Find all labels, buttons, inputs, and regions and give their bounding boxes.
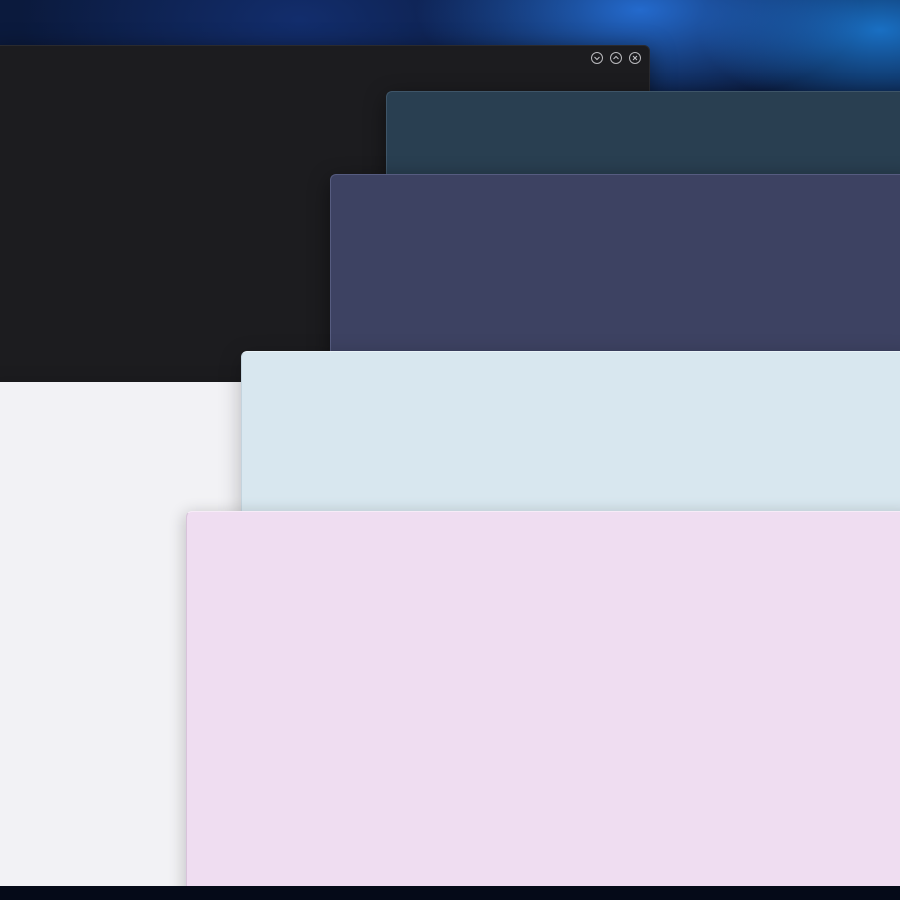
window-lightblue[interactable] [241, 351, 900, 521]
window-pink[interactable] [186, 511, 900, 900]
desktop [0, 0, 900, 900]
maximize-icon[interactable] [610, 52, 622, 64]
close-icon[interactable] [629, 52, 641, 64]
window-indigo[interactable] [330, 174, 900, 364]
window-controls [591, 52, 641, 64]
taskbar-strip [0, 886, 900, 900]
minimize-icon[interactable] [591, 52, 603, 64]
